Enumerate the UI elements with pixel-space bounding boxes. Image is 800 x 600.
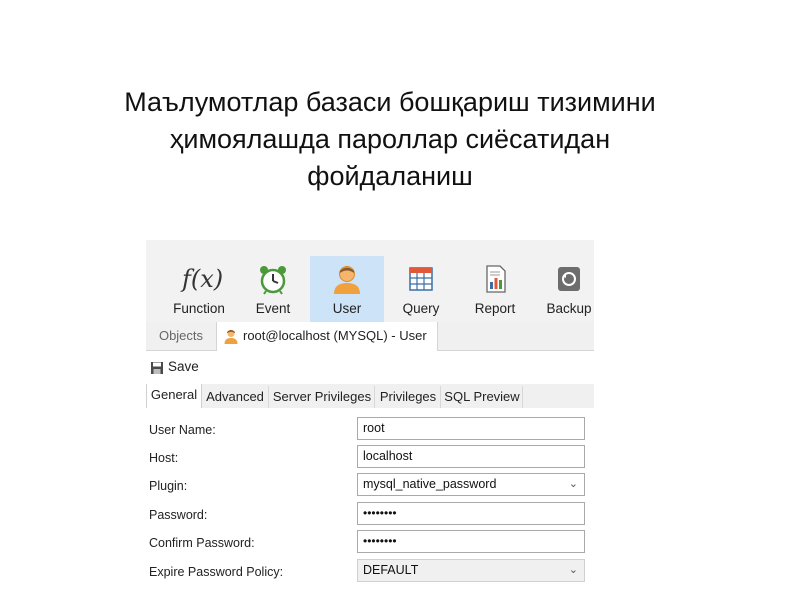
main-toolbar: f(x) Function Event User Query Report Ba… [146, 240, 594, 322]
row-plugin: Plugin: mysql_native_password ⌄ [146, 473, 594, 501]
password-input[interactable]: •••••••• [357, 502, 585, 525]
host-input[interactable]: localhost [357, 445, 585, 468]
toolbar-query-button[interactable]: Query [384, 256, 458, 322]
save-label: Save [168, 359, 199, 374]
toolbar-event-button[interactable]: Event [236, 256, 310, 322]
user-name-input[interactable]: root [357, 417, 585, 440]
expire-policy-select[interactable]: DEFAULT ⌄ [357, 559, 585, 582]
expire-policy-label: Expire Password Policy: [149, 565, 284, 579]
report-icon [486, 265, 506, 293]
host-label: Host: [149, 451, 179, 465]
toolbar-user-button[interactable]: User [310, 256, 384, 322]
confirm-password-label: Confirm Password: [149, 536, 255, 550]
chevron-down-icon: ⌄ [568, 564, 578, 576]
slide-title-line-1: Маълумотлар базаси бошқариш тизимини [124, 87, 656, 117]
general-form: User Name: root Host: localhost Plugin: … [146, 412, 594, 585]
slide-title: Маълумотлар базаси бошқариш тизимини ҳим… [0, 84, 780, 195]
tab-server-privileges[interactable]: Server Privileges [270, 386, 375, 408]
tab-advanced[interactable]: Advanced [202, 386, 269, 408]
user-icon [224, 330, 238, 344]
plugin-label: Plugin: [149, 479, 188, 493]
password-label: Password: [149, 508, 208, 522]
tab-objects[interactable]: Objects [146, 322, 216, 350]
user-icon [334, 266, 360, 294]
save-icon [151, 362, 163, 374]
user-name-label: User Name: [149, 423, 216, 437]
tab-user-root[interactable]: root@localhost (MYSQL) - User [216, 322, 438, 351]
toolbar-function-button[interactable]: f(x) Function [162, 256, 236, 322]
slide-title-line-2: ҳимоялашда пароллар сиёсатидан [169, 124, 611, 154]
toolbar-report-button[interactable]: Report [458, 256, 532, 322]
document-tab-bar: Objects root@localhost (MYSQL) - User [146, 322, 594, 351]
query-table-icon [409, 267, 433, 291]
navicat-screenshot: f(x) Function Event User Query Report Ba… [146, 240, 594, 585]
tab-user-label: root@localhost (MYSQL) - User [243, 328, 427, 343]
toolbar-user-label: User [332, 301, 362, 316]
confirm-password-input[interactable]: •••••••• [357, 530, 585, 553]
tab-privileges[interactable]: Privileges [376, 386, 441, 408]
backup-icon [558, 267, 580, 291]
slide-title-line-3: фойдаланиш [307, 161, 473, 191]
save-button[interactable]: Save [146, 356, 346, 380]
tab-general[interactable]: General [146, 384, 202, 408]
toolbar-event-label: Event [255, 301, 291, 316]
alarm-clock-icon [260, 266, 286, 295]
row-expire-policy: Expire Password Policy: DEFAULT ⌄ [146, 559, 594, 585]
user-editor-tabs: General Advanced Server Privileges Privi… [146, 384, 594, 408]
tab-sql-preview[interactable]: SQL Preview [442, 386, 523, 408]
toolbar-backup-button[interactable]: Backup [532, 256, 594, 322]
plugin-select[interactable]: mysql_native_password ⌄ [357, 473, 585, 496]
row-password: Password: •••••••• [146, 502, 594, 530]
expire-policy-value: DEFAULT [363, 563, 419, 577]
row-confirm-password: Confirm Password: •••••••• [146, 530, 594, 558]
toolbar-backup-label: Backup [546, 301, 592, 316]
chevron-down-icon: ⌄ [568, 478, 578, 490]
row-host: Host: localhost [146, 445, 594, 473]
row-user-name: User Name: root [146, 417, 594, 445]
toolbar-report-label: Report [474, 301, 516, 316]
toolbar-function-label: Function [173, 301, 225, 316]
function-icon: f(x) [182, 265, 224, 293]
plugin-value: mysql_native_password [363, 477, 497, 491]
toolbar-query-label: Query [402, 301, 440, 316]
